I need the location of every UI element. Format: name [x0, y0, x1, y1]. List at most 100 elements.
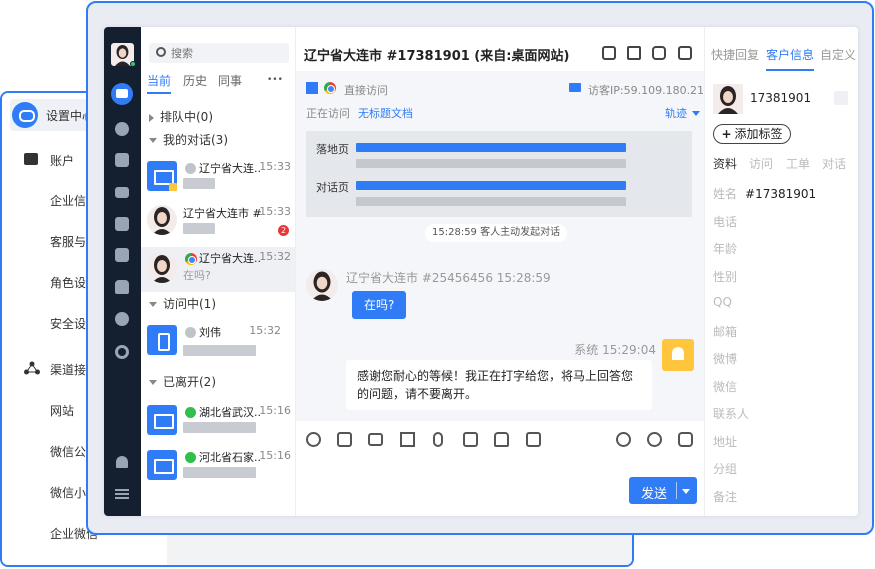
rail-ticket-icon[interactable] — [115, 153, 129, 167]
send-button[interactable]: 发送 — [629, 477, 697, 504]
tab-colleagues[interactable]: 同事 — [218, 72, 242, 89]
edit-icon[interactable] — [627, 46, 641, 60]
search-input[interactable] — [171, 45, 281, 61]
group-mine-label: 我的对话(3) — [163, 133, 228, 147]
customer-avatar — [713, 84, 743, 114]
add-tag-button[interactable]: + 添加标签 — [713, 124, 791, 144]
subtab-visits[interactable]: 访问 — [749, 155, 773, 172]
field-note[interactable]: 备注 — [713, 488, 737, 505]
dialog-title-bar — [356, 197, 626, 206]
mobile-icon — [147, 325, 177, 355]
field-gender[interactable]: 性别 — [713, 268, 737, 285]
microphone-icon[interactable] — [433, 432, 443, 447]
field-phone[interactable]: 电话 — [713, 213, 737, 230]
conversation-item[interactable]: 刘伟 15:32 — [141, 321, 295, 366]
field-qq[interactable]: QQ — [713, 295, 732, 309]
tab-custom[interactable]: 自定义 — [820, 46, 856, 63]
field-age[interactable]: 年龄 — [713, 240, 737, 257]
subtab-conversations[interactable]: 对话 — [822, 155, 846, 172]
chrome-icon — [185, 253, 197, 265]
tab-quick-reply[interactable]: 快捷回复 — [711, 46, 759, 63]
settings-item-agents[interactable]: 客服与 — [50, 233, 86, 250]
translate-icon[interactable] — [526, 432, 541, 447]
conversation-time: 15:33 — [259, 160, 291, 173]
settings-item-wechat-official[interactable]: 微信公 — [50, 443, 86, 460]
settings-item-channels[interactable]: 渠道接 — [50, 361, 86, 378]
field-label: 联系人 — [713, 407, 750, 421]
conversation-name: 辽宁省大连... — [199, 252, 261, 265]
field-address[interactable]: 地址 — [713, 433, 737, 450]
rail-report-icon[interactable] — [115, 248, 129, 262]
search-box[interactable] — [149, 43, 289, 63]
tab-history[interactable]: 历史 — [183, 72, 207, 89]
landing-label: 落地页 — [316, 143, 349, 156]
invite-icon[interactable] — [652, 46, 666, 60]
settings-item-account[interactable]: 账户 — [50, 152, 74, 169]
group-visiting[interactable]: 访问中(1) — [149, 295, 216, 312]
customer-id: 17381901 — [750, 91, 812, 105]
quick-reply-icon[interactable] — [463, 432, 478, 447]
rail-customer-icon[interactable] — [115, 122, 129, 136]
group-queue[interactable]: 排队中(0) — [149, 108, 213, 125]
chevron-down-icon[interactable] — [692, 111, 700, 116]
add-tag-label: 添加标签 — [734, 127, 783, 141]
tab-current[interactable]: 当前 — [147, 72, 172, 94]
settings-item-website[interactable]: 网站 — [50, 402, 74, 419]
rail-mail-icon[interactable] — [115, 187, 129, 198]
group-left[interactable]: 已离开(2) — [149, 373, 216, 390]
settings-item-security[interactable]: 安全设 — [50, 315, 86, 332]
field-wechat[interactable]: 微信 — [713, 378, 737, 395]
conversation-time: 15:33 — [259, 205, 291, 218]
rail-robot-icon[interactable] — [115, 280, 129, 294]
subtab-tickets[interactable]: 工单 — [786, 155, 810, 172]
track-link[interactable]: 轨迹 — [665, 105, 687, 121]
screenshot-icon[interactable] — [400, 432, 415, 447]
settings-item-roles[interactable]: 角色设 — [50, 274, 86, 291]
conversation-item[interactable]: 河北省石家... 15:16 — [141, 446, 295, 491]
send-label: 发送 — [641, 487, 668, 502]
conversation-item[interactable]: 湖北省武汉... 15:16 — [141, 401, 295, 446]
visitor-message-meta: 辽宁省大连市 #25456456 15:28:59 — [346, 271, 551, 285]
rating-icon[interactable] — [494, 432, 509, 447]
close-chat-icon[interactable] — [678, 46, 692, 60]
subtab-profile[interactable]: 资料 — [713, 155, 737, 172]
rail-chat-icon[interactable] — [111, 83, 133, 105]
conversation-item-selected[interactable]: 辽宁省大连... 15:32 在吗? — [141, 247, 295, 292]
rail-message-icon[interactable] — [115, 312, 129, 326]
conversation-item[interactable]: 辽宁省大连市 #1 15:33 2 — [141, 202, 295, 247]
field-contact[interactable]: 联系人 — [713, 405, 749, 422]
emoji-icon[interactable] — [306, 432, 321, 447]
rail-menu-icon[interactable] — [115, 489, 129, 491]
robot-icon[interactable] — [678, 432, 693, 447]
rail-settings-icon[interactable] — [115, 345, 129, 359]
field-name[interactable]: 姓名 #17381901 — [713, 185, 816, 202]
rail-history-icon[interactable] — [115, 217, 129, 231]
send-options-icon[interactable] — [682, 489, 690, 494]
settings-item-company[interactable]: 企业信 — [50, 192, 86, 209]
bulb-icon[interactable] — [647, 432, 662, 447]
rail-notification-icon[interactable] — [116, 456, 128, 468]
field-email[interactable]: 邮箱 — [713, 323, 737, 340]
conversation-item[interactable]: 辽宁省大连... 15:33 — [141, 157, 295, 202]
settings-item-wechat-mini[interactable]: 微信小 — [50, 484, 86, 501]
field-weibo[interactable]: 微博 — [713, 350, 737, 367]
more-options-icon[interactable] — [616, 432, 631, 447]
image-icon[interactable] — [337, 432, 352, 447]
transfer-icon[interactable] — [602, 46, 616, 60]
visiting-page-link[interactable]: 无标题文档 — [358, 105, 413, 121]
conversation-time: 15:32 — [249, 324, 281, 337]
online-status-icon — [130, 61, 136, 67]
send-divider — [676, 482, 677, 499]
message-placeholder — [183, 422, 256, 433]
message-placeholder — [183, 178, 215, 189]
field-group[interactable]: 分组 — [713, 460, 737, 477]
tab-customer-info[interactable]: 客户信息 — [766, 46, 815, 71]
group-queue-label: 排队中(0) — [160, 110, 213, 124]
user-settings-icon[interactable] — [834, 91, 848, 105]
group-visiting-label: 访问中(1) — [163, 297, 216, 311]
folder-icon[interactable] — [368, 433, 383, 446]
more-icon[interactable]: ••• — [267, 75, 283, 85]
plus-icon: + — [721, 127, 732, 141]
expand-icon — [149, 302, 157, 307]
group-mine[interactable]: 我的对话(3) — [149, 131, 228, 148]
